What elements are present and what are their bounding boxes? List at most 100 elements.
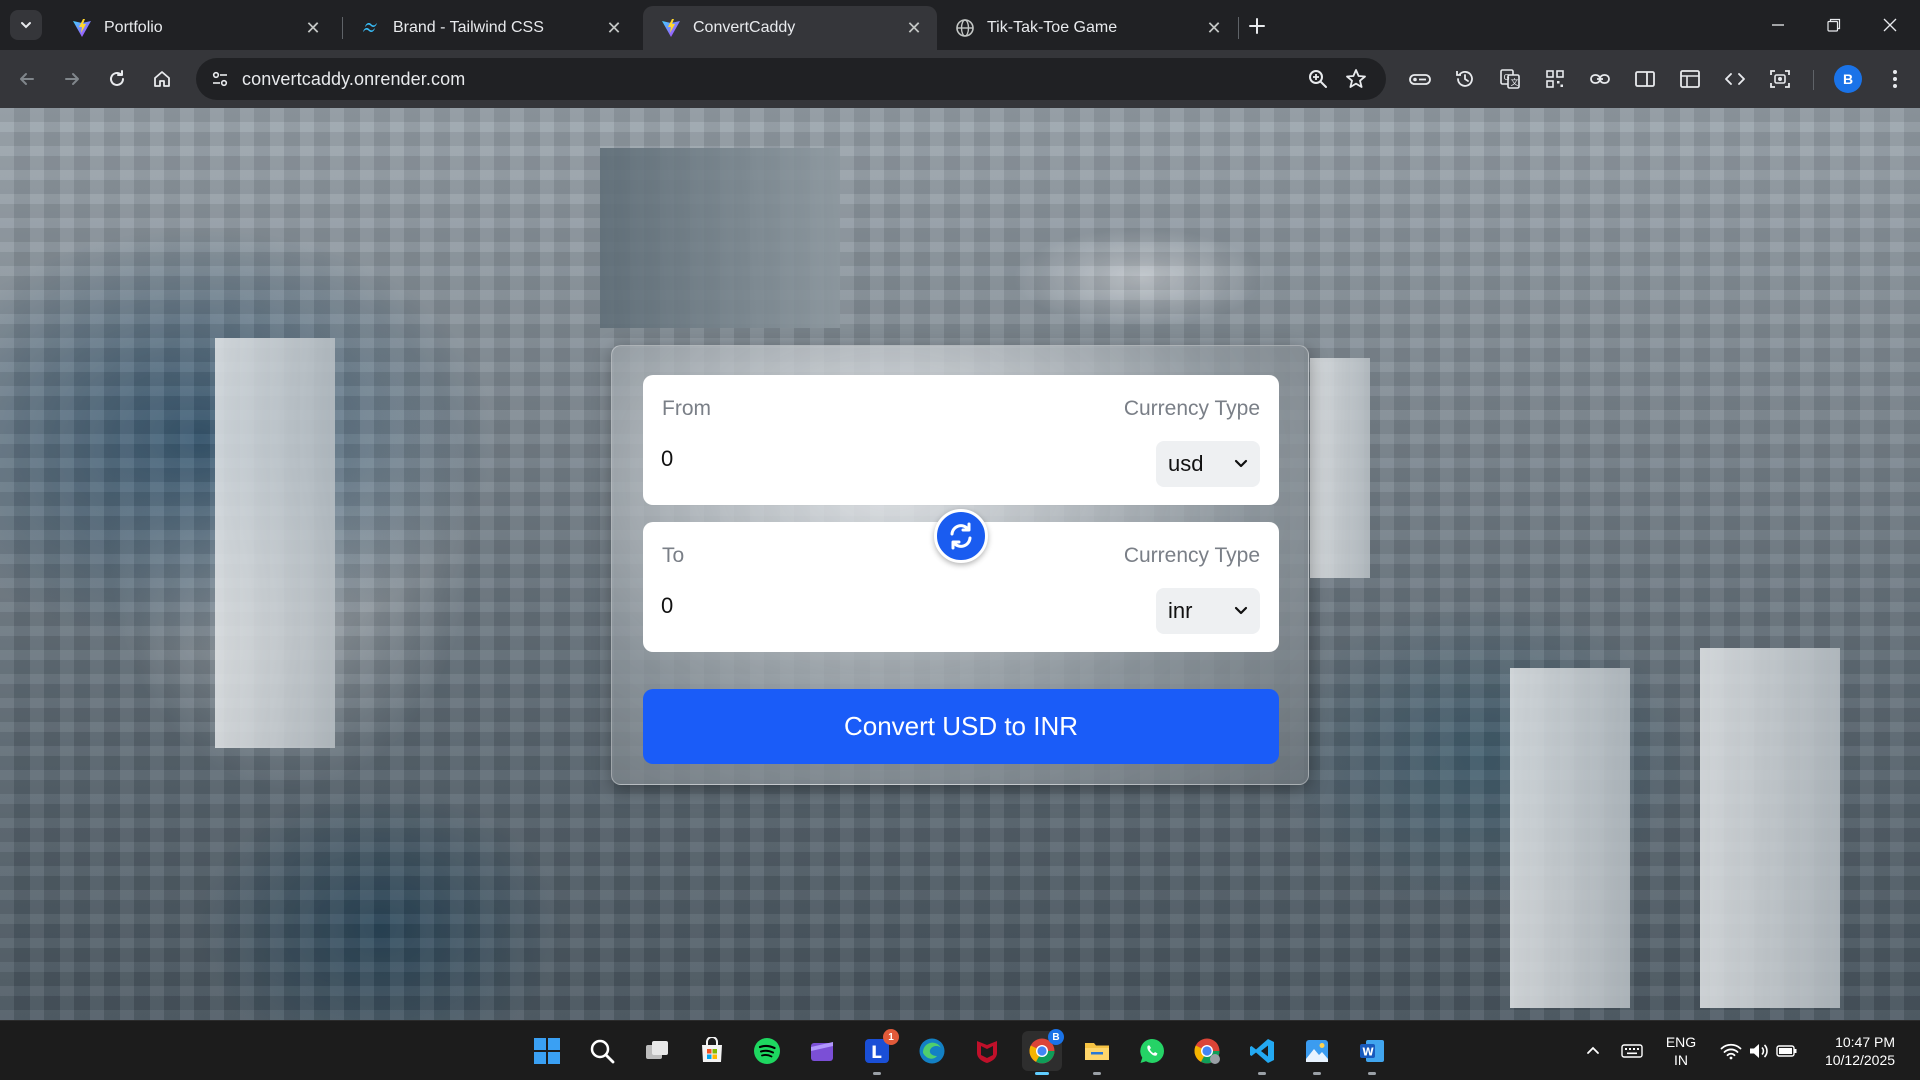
swap-arrows-icon (950, 522, 972, 550)
history-button[interactable] (1450, 64, 1480, 94)
more-vert-icon (1893, 70, 1897, 88)
reading-mode-button[interactable] (1630, 64, 1660, 94)
qr-code-button[interactable] (1540, 64, 1570, 94)
from-currency-label: Currency Type (1123, 397, 1260, 420)
restore-button[interactable] (1806, 0, 1862, 50)
tailwind-logo-icon (363, 23, 377, 32)
chevron-down-icon (1234, 459, 1248, 468)
keyboard-button[interactable] (1616, 1021, 1648, 1080)
menu-button[interactable] (1880, 64, 1910, 94)
site-info-icon[interactable] (208, 67, 232, 91)
globe-icon (956, 19, 974, 37)
code-icon (1725, 73, 1745, 85)
to-amount-input[interactable] (661, 590, 1101, 622)
chrome-alt-app[interactable] (1187, 1031, 1227, 1071)
url-text[interactable]: convertcaddy.onrender.com (242, 69, 465, 90)
microsoft-store-app[interactable] (692, 1031, 732, 1071)
zoom-icon[interactable] (1306, 67, 1330, 91)
wifi-icon (1720, 1043, 1742, 1060)
link-button[interactable] (1585, 64, 1615, 94)
start-button[interactable] (527, 1031, 567, 1071)
show-hidden-icons-button[interactable] (1578, 1021, 1608, 1080)
edge-app[interactable] (912, 1031, 952, 1071)
file-explorer-icon (1085, 1043, 1109, 1060)
side-panel-icon (1635, 71, 1655, 87)
close-tab-icon[interactable]: ✕ (302, 17, 324, 39)
reload-button[interactable] (102, 64, 132, 94)
from-currency-select[interactable]: usd (1156, 441, 1260, 487)
task-view-button[interactable] (637, 1031, 677, 1071)
background-tower (215, 338, 335, 748)
chevron-down-icon (1234, 606, 1248, 615)
tab-convertcaddy[interactable]: ConvertCaddy ✕ (643, 6, 937, 50)
key-icon (1409, 74, 1431, 85)
taskbar-search-button[interactable] (582, 1031, 622, 1071)
close-icon (1883, 18, 1897, 32)
forward-button[interactable] (57, 64, 87, 94)
tab-groups-button[interactable] (1675, 64, 1705, 94)
new-tab-button[interactable] (1243, 12, 1271, 40)
tab-title: ConvertCaddy (693, 19, 796, 36)
chrome-app[interactable]: B (1022, 1029, 1064, 1075)
minimize-button[interactable] (1750, 0, 1806, 50)
restore-icon (1827, 18, 1841, 32)
clipchamp-icon (811, 1042, 833, 1061)
mcafee-app[interactable] (967, 1031, 1007, 1071)
quick-settings-button[interactable] (1714, 1021, 1804, 1080)
to-currency-value: inr (1168, 598, 1193, 623)
vite-logo-icon (662, 19, 680, 37)
tab-separator (1238, 17, 1239, 39)
launcher-app[interactable]: L 1 (857, 1029, 899, 1075)
to-currency-select[interactable]: inr (1156, 588, 1260, 634)
background-tower (600, 148, 840, 328)
windows-taskbar: L 1 B W ENG IN 10:47 PM 10/12/2025 (0, 1020, 1920, 1080)
clock-button[interactable]: 10:47 PM 10/12/2025 (1810, 1021, 1910, 1080)
swap-button[interactable] (934, 509, 988, 563)
profile-avatar[interactable]: B (1834, 65, 1862, 93)
notification-badge: 1 (883, 1029, 899, 1045)
tab-title: Brand - Tailwind CSS (393, 19, 544, 36)
clipchamp-app[interactable] (802, 1031, 842, 1071)
clock-time: 10:47 PM (1835, 1034, 1896, 1050)
language-indicator[interactable]: ENG IN (1656, 1021, 1706, 1080)
search-icon (590, 1039, 615, 1064)
tab-tiktaktoe[interactable]: Tik-Tak-Toe Game ✕ (937, 6, 1237, 50)
from-amount-input[interactable] (661, 443, 1101, 475)
translate-icon: G文 (1500, 69, 1520, 89)
translate-button[interactable]: G文 (1495, 64, 1525, 94)
back-button[interactable] (12, 64, 42, 94)
table-icon (1680, 70, 1700, 88)
vite-logo-icon (73, 19, 91, 37)
minimize-icon (1772, 24, 1784, 26)
clock-date: 10/12/2025 (1824, 1052, 1896, 1068)
language-code: ENG (1665, 1034, 1697, 1050)
battery-icon (1776, 1045, 1797, 1057)
tab-tailwind[interactable]: Brand - Tailwind CSS ✕ (343, 6, 637, 50)
home-button[interactable] (147, 64, 177, 94)
spotify-app[interactable] (747, 1031, 787, 1071)
tab-search-button[interactable] (10, 10, 42, 40)
paint-app[interactable] (1297, 1031, 1337, 1075)
close-window-button[interactable] (1862, 0, 1918, 50)
reload-icon (110, 70, 124, 86)
tab-title: Tik-Tak-Toe Game (987, 19, 1118, 36)
vscode-app[interactable] (1242, 1031, 1282, 1075)
tab-portfolio[interactable]: Portfolio ✕ (54, 6, 336, 50)
page-viewport: From Currency Type usd To Currency Type … (0, 108, 1920, 1020)
file-explorer-app[interactable] (1077, 1031, 1117, 1075)
password-manager-button[interactable] (1405, 64, 1435, 94)
close-tab-icon[interactable]: ✕ (1203, 17, 1225, 39)
screenshot-button[interactable] (1765, 64, 1795, 94)
tab-title: Portfolio (104, 19, 163, 36)
from-label: From (662, 397, 711, 420)
background-tower (1310, 358, 1370, 578)
close-tab-icon[interactable]: ✕ (903, 17, 925, 39)
whatsapp-app[interactable] (1132, 1031, 1172, 1071)
convert-button[interactable]: Convert USD to INR (643, 689, 1279, 764)
close-tab-icon[interactable]: ✕ (603, 17, 625, 39)
address-bar[interactable]: convertcaddy.onrender.com (196, 58, 1386, 100)
bookmark-star-icon[interactable] (1344, 67, 1368, 91)
word-app[interactable]: W (1352, 1031, 1392, 1075)
history-icon (1456, 71, 1473, 87)
devtools-button[interactable] (1720, 64, 1750, 94)
